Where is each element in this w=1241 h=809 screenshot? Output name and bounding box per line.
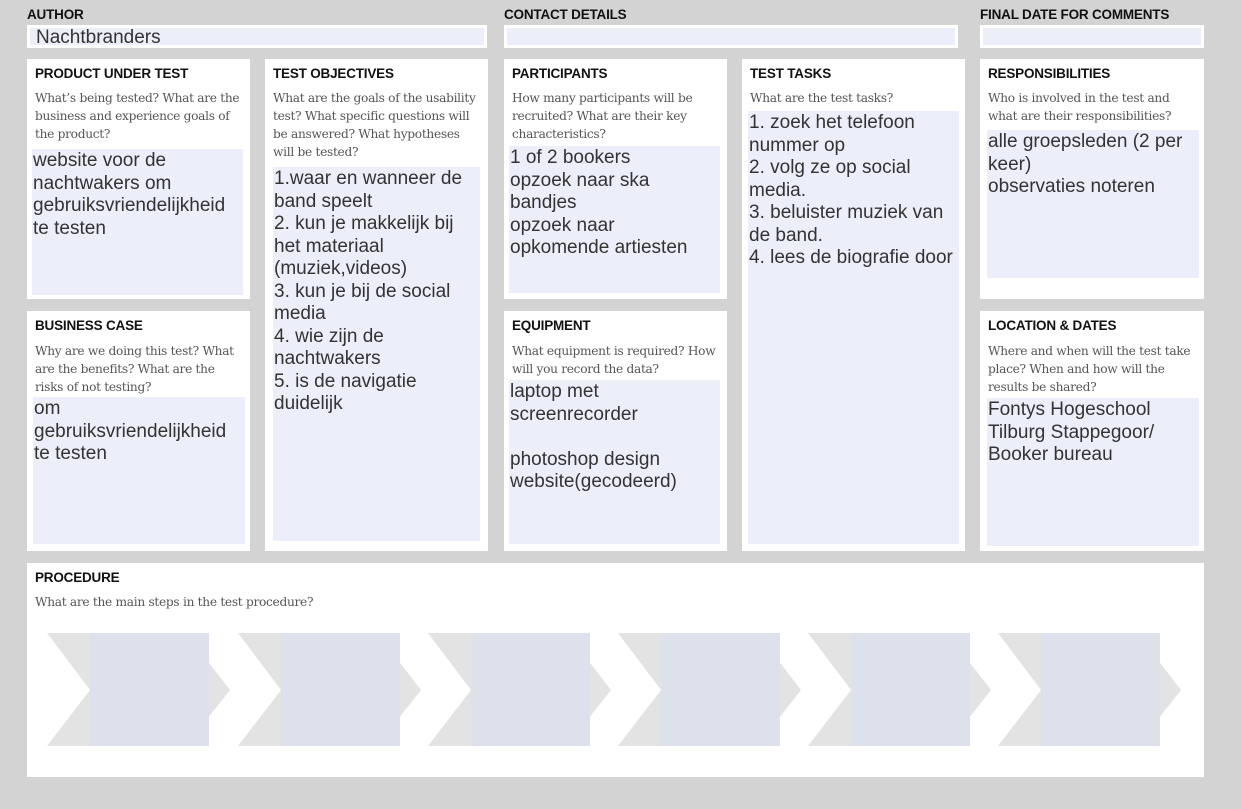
contact-details-field[interactable] <box>504 25 958 48</box>
author-label: AUTHOR <box>27 7 84 22</box>
product-under-test-card: PRODUCT UNDER TEST What’s being tested? … <box>27 59 250 299</box>
business-case-card: BUSINESS CASE Why are we doing this test… <box>27 311 250 551</box>
procedure-steps <box>47 633 1181 746</box>
participants-answer-field[interactable]: 1 of 2 bookers opzoek naar ska bandjes o… <box>509 146 720 293</box>
equipment-answer-field[interactable]: laptop met screenrecorder photoshop desi… <box>509 380 720 544</box>
final-date-field[interactable] <box>980 25 1204 48</box>
procedure-step-2[interactable] <box>238 633 421 746</box>
procedure-step-3[interactable] <box>428 633 611 746</box>
card-question: Why are we doing this test? What are the… <box>35 344 234 394</box>
card-question: What’s being tested? What are the busine… <box>35 91 240 141</box>
card-question: Who is involved in the test and what are… <box>988 91 1172 123</box>
location-answer-field[interactable]: Fontys Hogeschool Tilburg Stappegoor/ Bo… <box>987 398 1199 546</box>
location-dates-card: LOCATION & DATES Where and when will the… <box>980 311 1204 551</box>
procedure-card: PROCEDURE What are the main steps in the… <box>27 563 1204 777</box>
card-title: RESPONSIBILITIES <box>988 66 1111 81</box>
contact-details-label: CONTACT DETAILS <box>504 7 627 22</box>
author-field[interactable]: Nachtbranders <box>27 25 487 48</box>
card-title: LOCATION & DATES <box>988 318 1117 333</box>
objectives-answer-field[interactable]: 1.waar en wanneer de band speelt 2. kun … <box>273 167 480 541</box>
participants-card: PARTICIPANTS How many participants will … <box>504 59 727 299</box>
card-title: TEST TASKS <box>750 66 832 81</box>
procedure-step-6[interactable] <box>998 633 1181 746</box>
card-title: EQUIPMENT <box>512 318 591 333</box>
business-answer-field[interactable]: om gebruiksvriendelijkheid te testen <box>33 397 245 544</box>
responsibilities-card: RESPONSIBILITIES Who is involved in the … <box>980 59 1204 299</box>
procedure-step-4[interactable] <box>618 633 801 746</box>
card-title: TEST OBJECTIVES <box>273 66 394 81</box>
card-question: How many participants will be recruited?… <box>512 91 693 141</box>
responsibilities-answer-field[interactable]: alle groepsleden (2 per keer) observatie… <box>987 130 1199 278</box>
card-question: What equipment is required? How will you… <box>512 344 716 376</box>
card-question: Where and when will the test take place?… <box>988 344 1191 394</box>
card-question: What are the test tasks? <box>750 91 893 105</box>
equipment-card: EQUIPMENT What equipment is required? Ho… <box>504 311 727 551</box>
final-date-label: FINAL DATE FOR COMMENTS <box>980 7 1170 22</box>
card-title: PARTICIPANTS <box>512 66 608 81</box>
card-question: What are the goals of the usability test… <box>273 91 476 159</box>
procedure-step-1[interactable] <box>47 633 230 746</box>
test-objectives-card: TEST OBJECTIVES What are the goals of th… <box>265 59 488 551</box>
test-tasks-card: TEST TASKS What are the test tasks? 1. z… <box>742 59 965 551</box>
card-title: BUSINESS CASE <box>35 318 143 333</box>
card-title: PRODUCT UNDER TEST <box>35 66 189 81</box>
product-answer-field[interactable]: website voor de nachtwakers om gebruiksv… <box>32 149 243 295</box>
procedure-step-5[interactable] <box>808 633 991 746</box>
tasks-answer-field[interactable]: 1. zoek het telefoon nummer op 2. volg z… <box>748 111 959 544</box>
